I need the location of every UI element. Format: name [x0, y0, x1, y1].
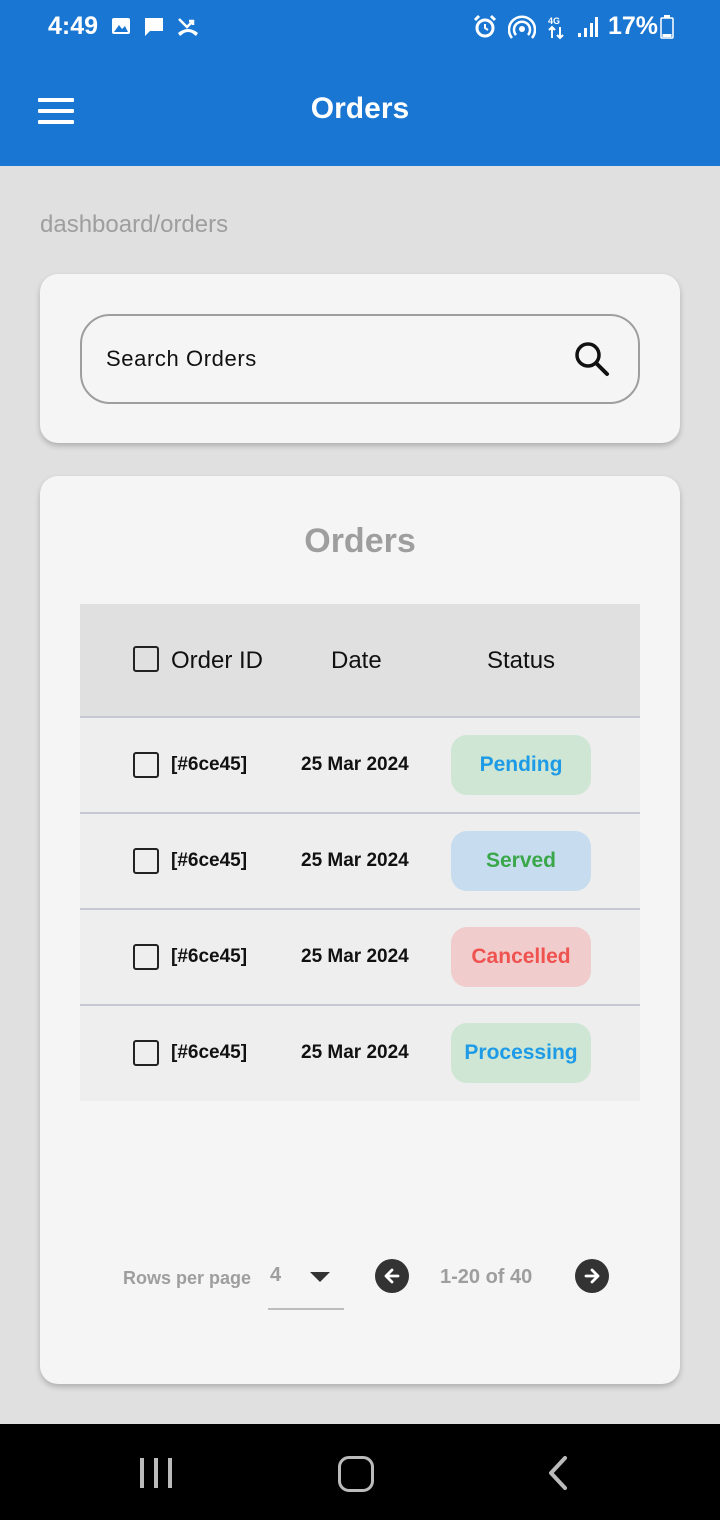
notification-icons [110, 15, 200, 39]
date-cell: 25 Mar 2024 [301, 754, 409, 775]
status-badge: Pending [451, 735, 591, 795]
page-title: Orders [310, 92, 410, 125]
table-header: Order ID Date Status [80, 604, 640, 718]
previous-page-button[interactable] [375, 1259, 409, 1293]
date-cell: 25 Mar 2024 [301, 1042, 409, 1063]
signal-icon [577, 16, 598, 37]
search-input[interactable] [104, 338, 548, 380]
back-icon[interactable] [545, 1454, 571, 1492]
system-nav-bar [0, 1424, 720, 1520]
column-header-order-id: Order ID [171, 647, 264, 674]
orders-table: Order ID Date Status [#6ce45] 25 Mar 202… [80, 604, 640, 1101]
rows-per-page-label: Rows per page [123, 1268, 252, 1288]
missed-call-icon [178, 18, 198, 36]
chevron-down-icon [310, 1272, 330, 1282]
orders-table-title: Orders [304, 522, 416, 560]
recents-icon[interactable] [138, 1458, 174, 1488]
hotspot-icon [507, 14, 536, 39]
pagination: Rows per page 4 1-20 of 40 [40, 1256, 680, 1316]
search-icon[interactable] [572, 339, 612, 379]
alarm-icon [473, 14, 497, 37]
page-range-text: 1-20 of 40 [440, 1266, 533, 1288]
status-badge: Processing [451, 1023, 591, 1083]
status-badge: Cancelled [451, 927, 591, 987]
status-badge: Served [451, 831, 591, 891]
rows-per-page-select[interactable]: 4 [268, 1256, 344, 1310]
message-icon [145, 18, 163, 36]
home-icon[interactable] [338, 1456, 374, 1492]
search-card [40, 274, 680, 443]
column-header-date: Date [331, 647, 382, 674]
table-row[interactable]: [#6ce45] 25 Mar 2024 Served [80, 814, 640, 910]
arrow-left-icon [384, 1268, 400, 1284]
order-id-cell: [#6ce45] [171, 754, 248, 775]
date-cell: 25 Mar 2024 [301, 850, 409, 871]
orders-card: Orders Order ID Date Status [#6ce45] 25 … [40, 476, 680, 1384]
order-id-cell: [#6ce45] [171, 1042, 248, 1063]
select-all-checkbox[interactable] [133, 646, 159, 672]
row-checkbox[interactable] [133, 944, 159, 970]
status-time: 4:49 [48, 12, 99, 40]
table-row[interactable]: [#6ce45] 25 Mar 2024 Processing [80, 1006, 640, 1101]
row-checkbox[interactable] [133, 848, 159, 874]
row-checkbox[interactable] [133, 1040, 159, 1066]
svg-text:4G: 4G [548, 16, 560, 26]
date-cell: 25 Mar 2024 [301, 946, 409, 967]
table-row[interactable]: [#6ce45] 25 Mar 2024 Cancelled [80, 910, 640, 1006]
arrow-right-icon [584, 1268, 600, 1284]
table-row[interactable]: [#6ce45] 25 Mar 2024 Pending [80, 718, 640, 814]
search-field[interactable] [80, 314, 640, 404]
status-bar: 4:49 4G 17% [0, 0, 720, 56]
order-id-cell: [#6ce45] [171, 850, 248, 871]
4g-data-icon: 4G [548, 16, 564, 39]
rows-per-page-value: 4 [270, 1264, 282, 1286]
row-checkbox[interactable] [133, 752, 159, 778]
next-page-button[interactable] [575, 1259, 609, 1293]
image-icon [112, 18, 130, 34]
column-header-status: Status [487, 647, 556, 674]
battery-icon [660, 14, 674, 39]
order-id-cell: [#6ce45] [171, 946, 248, 967]
breadcrumb: dashboard/orders [40, 211, 229, 238]
battery-percent: 17% [607, 12, 658, 40]
system-icons: 4G 17% [472, 12, 674, 41]
app-bar: Orders [0, 56, 720, 166]
